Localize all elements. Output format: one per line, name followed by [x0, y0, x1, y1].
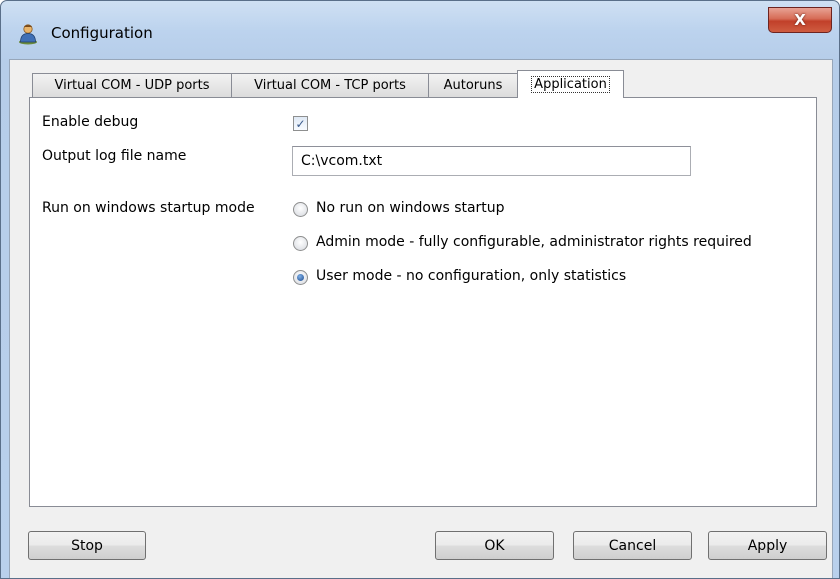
radio-admin-mode[interactable]	[293, 236, 308, 251]
cancel-button-label: Cancel	[608, 537, 657, 554]
ok-button-label: OK	[484, 537, 505, 554]
close-button[interactable]: X	[768, 7, 832, 33]
tab-label: Autoruns	[443, 78, 503, 93]
tab-autoruns[interactable]: Autoruns	[428, 73, 518, 97]
radio-user-mode-label[interactable]: User mode - no configuration, only stati…	[316, 268, 626, 284]
tab-label: Application	[531, 76, 610, 93]
network-user-icon	[19, 24, 37, 45]
stop-button-label: Stop	[71, 537, 103, 554]
ok-button[interactable]: OK	[435, 531, 554, 560]
stop-button[interactable]: Stop	[28, 531, 146, 560]
radio-user-mode[interactable]	[293, 270, 308, 285]
enable-debug-checkbox[interactable]: ✓	[293, 116, 308, 131]
apply-button[interactable]: Apply	[708, 531, 827, 560]
tab-virtual-com-tcp-ports[interactable]: Virtual COM - TCP ports	[231, 73, 429, 97]
close-icon: X	[794, 10, 806, 29]
radio-no-run[interactable]	[293, 202, 308, 217]
output-log-file-input[interactable]: C:\vcom.txt	[292, 146, 691, 176]
tab-application[interactable]: Application	[517, 70, 624, 98]
radio-no-run-label[interactable]: No run on windows startup	[316, 200, 505, 216]
window-title: Configuration	[51, 24, 153, 42]
tab-label: Virtual COM - TCP ports	[254, 78, 406, 93]
dialog-client-area: Virtual COM - UDP ports Virtual COM - TC…	[9, 59, 833, 578]
radio-admin-mode-label[interactable]: Admin mode - fully configurable, adminis…	[316, 234, 752, 250]
configuration-window: Configuration X Virtual COM - UDP ports …	[0, 0, 840, 579]
tab-label: Virtual COM - UDP ports	[54, 78, 210, 93]
checkmark-icon: ✓	[295, 116, 306, 131]
cancel-button[interactable]: Cancel	[573, 531, 692, 560]
title-bar: Configuration X	[1, 1, 839, 61]
startup-mode-label: Run on windows startup mode	[42, 200, 255, 216]
tab-virtual-com-udp-ports[interactable]: Virtual COM - UDP ports	[32, 73, 232, 97]
output-log-file-label: Output log file name	[42, 148, 187, 164]
apply-button-label: Apply	[747, 537, 788, 554]
enable-debug-label: Enable debug	[42, 114, 139, 130]
application-tab-panel: Enable debug ✓ Output log file name C:\v…	[29, 97, 817, 507]
